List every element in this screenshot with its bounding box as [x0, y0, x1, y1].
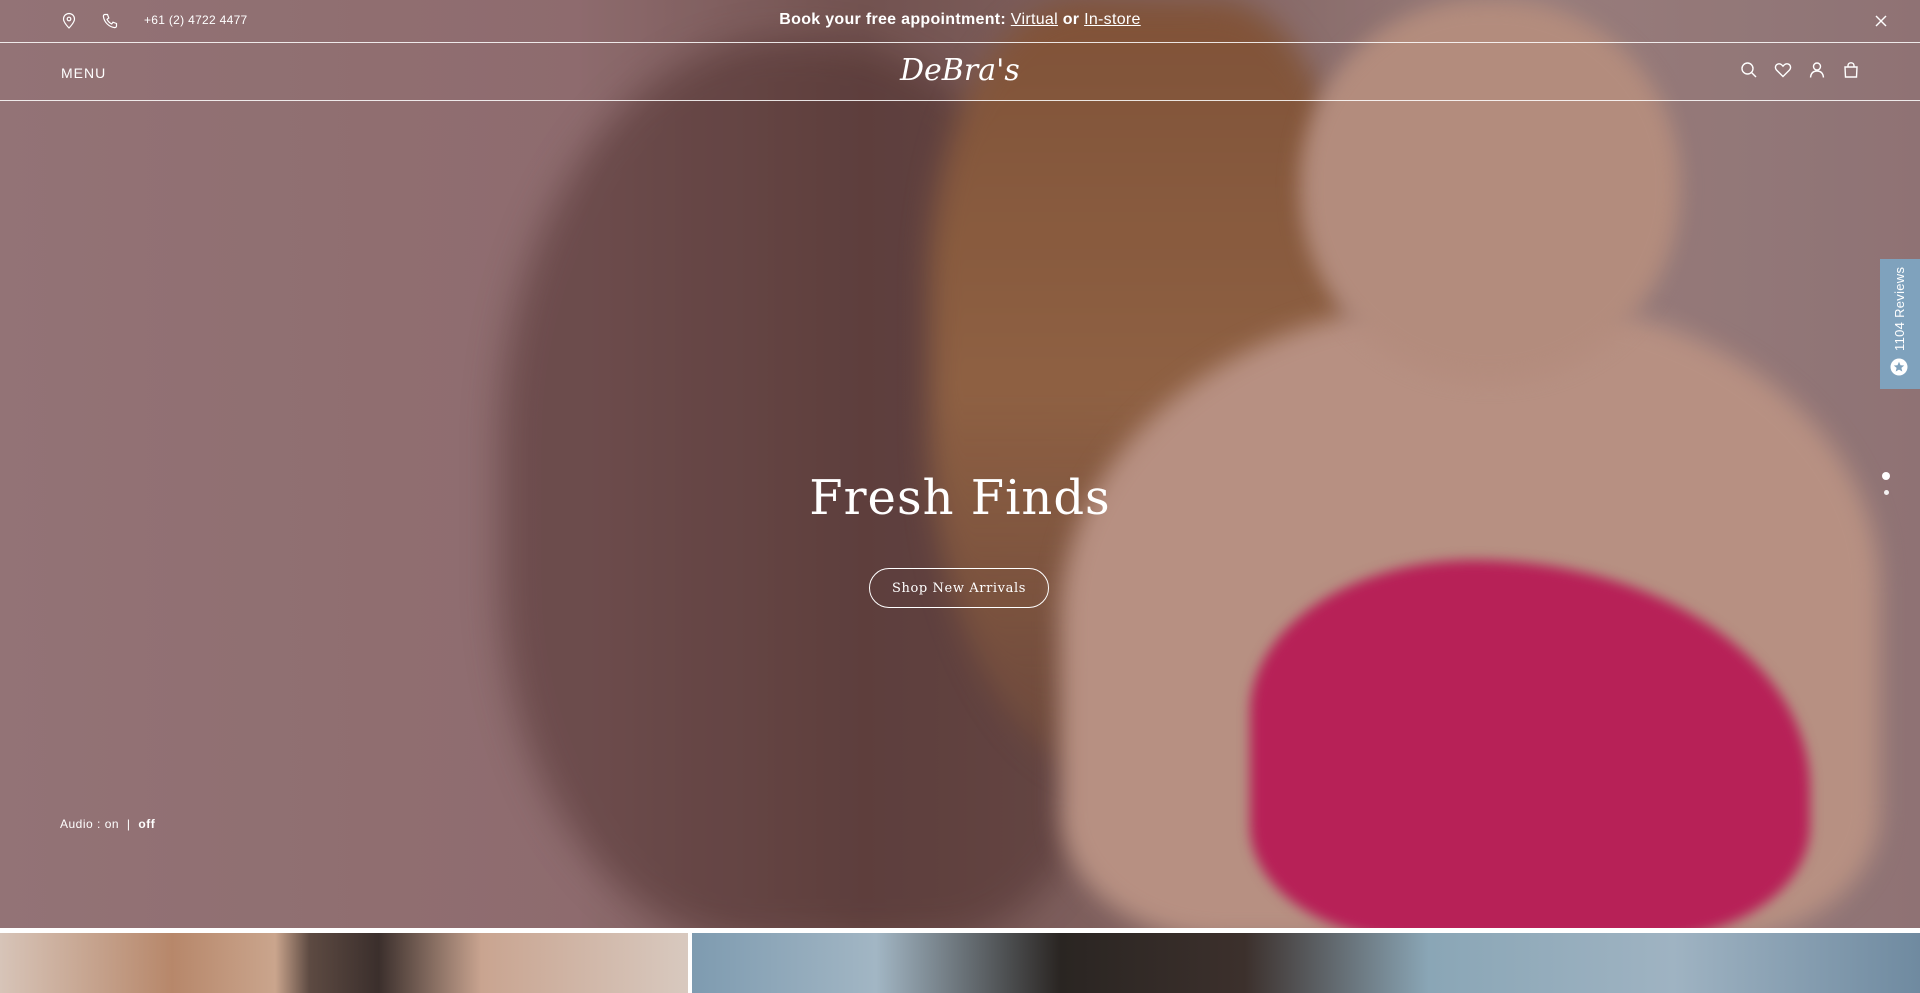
- hero-title: Fresh Finds: [809, 470, 1111, 526]
- instore-appointment-link[interactable]: In-store: [1084, 11, 1141, 28]
- audio-toggle: Audio : on | off: [60, 817, 155, 831]
- hero-overlay: [0, 0, 1920, 928]
- menu-button[interactable]: MENU: [61, 65, 106, 81]
- virtual-appointment-link[interactable]: Virtual: [1011, 11, 1058, 28]
- promo-tile-left[interactable]: [0, 933, 688, 993]
- promo-tile-right[interactable]: [692, 933, 1920, 993]
- search-icon[interactable]: [1739, 60, 1759, 80]
- user-icon[interactable]: [1807, 60, 1827, 80]
- announcement-text: Book your free appointment:: [779, 11, 1007, 28]
- slider-dot-2[interactable]: [1884, 490, 1889, 495]
- announcement-or-text: or: [1062, 11, 1080, 28]
- promo-tiles: [0, 928, 1920, 993]
- slider-dot-1[interactable]: [1882, 472, 1890, 480]
- reviews-tab-label: 1104 Reviews: [1892, 266, 1907, 351]
- logo-wordmark: DeBra's: [900, 53, 1020, 88]
- audio-label: Audio :: [60, 817, 101, 831]
- shop-new-arrivals-button[interactable]: Shop New Arrivals: [869, 568, 1049, 608]
- audio-off-button[interactable]: off: [138, 817, 155, 831]
- star-badge-icon: [1890, 358, 1908, 376]
- close-icon[interactable]: [1872, 12, 1890, 30]
- brand-logo[interactable]: DeBra's: [900, 48, 1020, 94]
- announcement-bar: +61 (2) 4722 4477 Book your free appoint…: [0, 0, 1920, 43]
- shopping-bag-icon[interactable]: [1841, 60, 1861, 80]
- reviews-tab[interactable]: 1104 Reviews: [1880, 259, 1920, 389]
- audio-on-button[interactable]: on: [105, 817, 119, 831]
- appointment-announcement: Book your free appointment: Virtual or I…: [0, 11, 1920, 29]
- site-header: MENU DeBra's: [0, 43, 1920, 101]
- page: +61 (2) 4722 4477 Book your free appoint…: [0, 0, 1920, 993]
- heart-icon[interactable]: [1773, 60, 1793, 80]
- hero-banner: [0, 0, 1920, 928]
- audio-separator: |: [126, 817, 131, 831]
